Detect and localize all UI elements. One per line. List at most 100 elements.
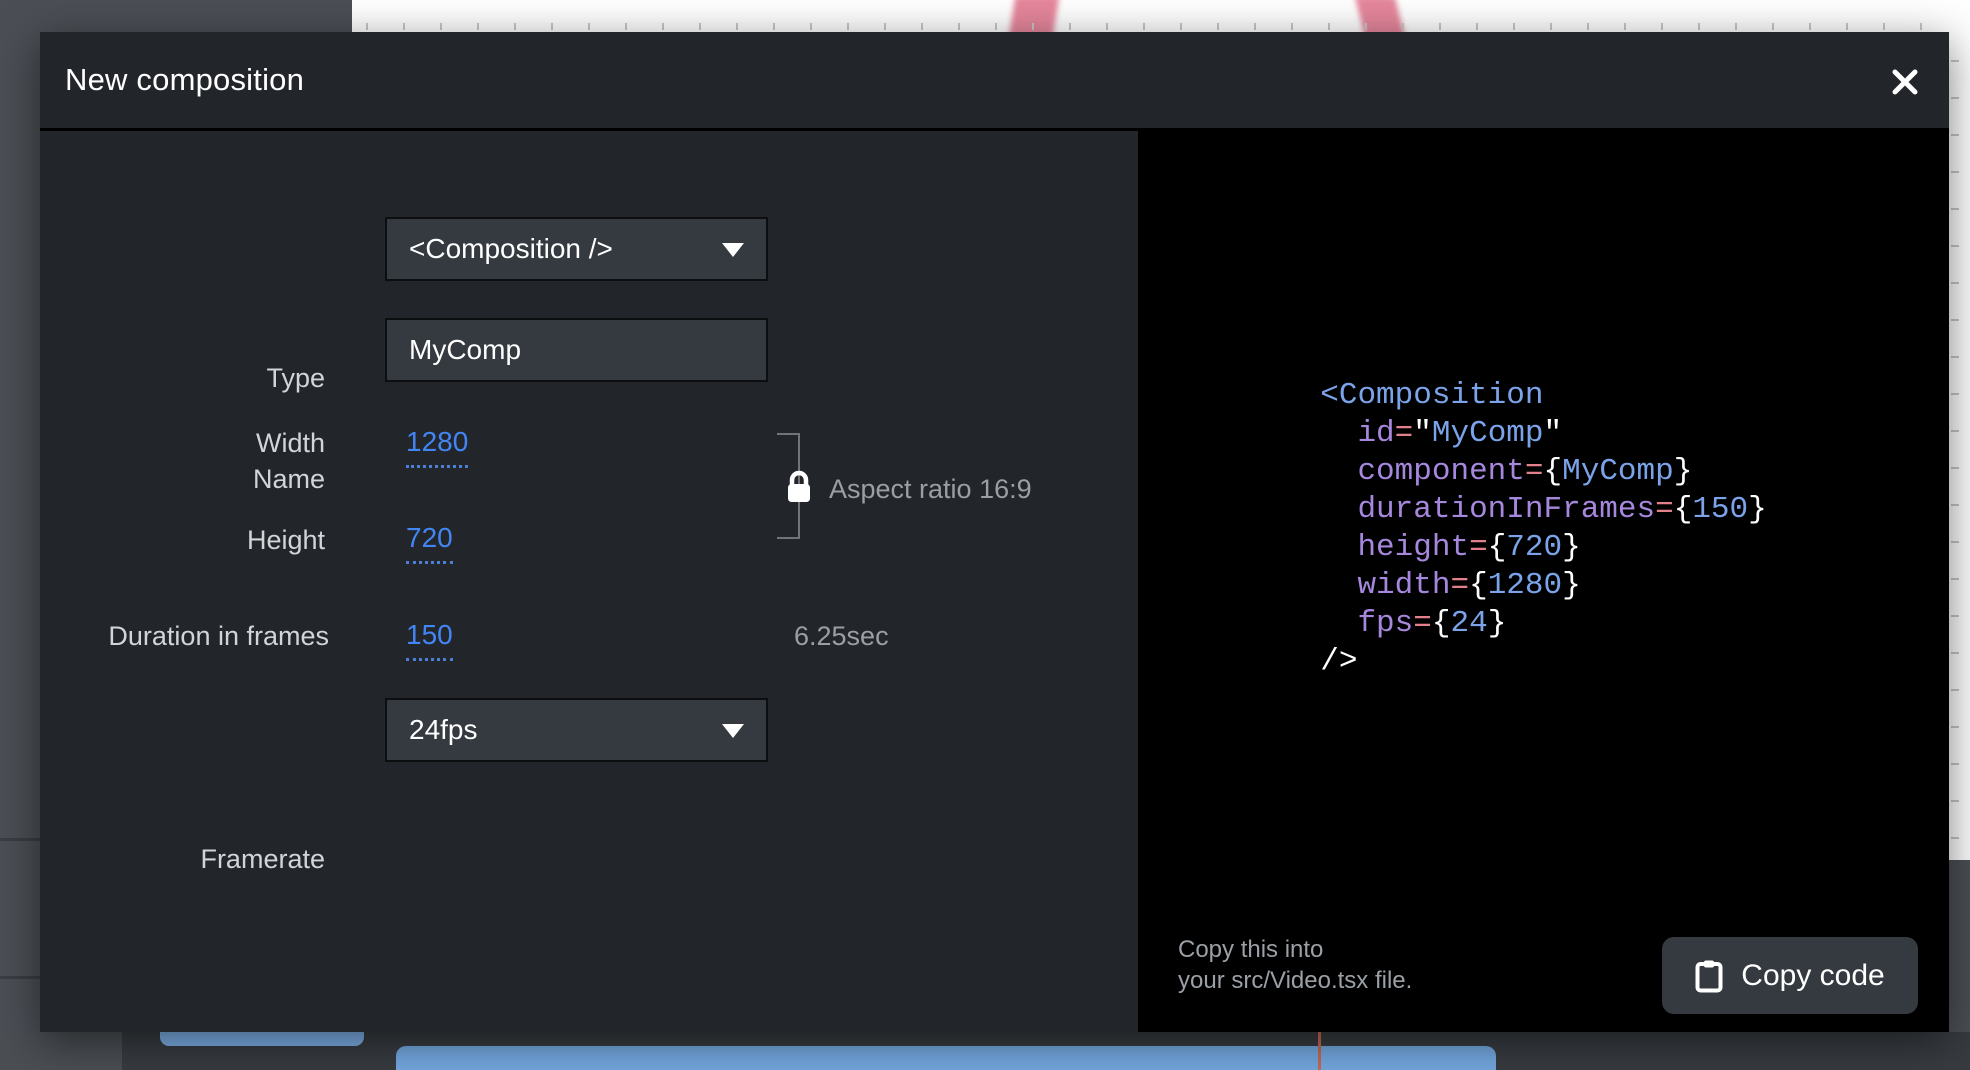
ruler-tick [958,23,960,30]
ruler-tick [1951,467,1959,469]
ruler-tick [1951,245,1959,247]
width-value[interactable]: 1280 [406,426,468,468]
framerate-select[interactable]: 24fps [385,698,768,762]
ruler-tick [1328,23,1330,30]
timeline-playhead[interactable] [1318,1032,1321,1070]
ruler-tick [1254,23,1256,30]
ruler-tick [1951,652,1959,654]
ruler-tick [1951,615,1959,617]
ruler-tick [1951,689,1959,691]
ruler-tick [514,23,516,30]
ruler-tick [1951,504,1959,506]
ruler-tick [1217,23,1219,30]
ruler-tick [1951,356,1959,358]
ruler-tick [1883,23,1885,30]
ruler-tick [625,23,627,30]
ruler-tick [1661,23,1663,30]
ruler-tick [477,23,479,30]
background-right-strip [1949,860,1970,1032]
ruler-tick [1180,23,1182,30]
ruler-tick [1772,23,1774,30]
close-button[interactable] [1883,60,1927,104]
ruler-tick [588,23,590,30]
duration-seconds: 6.25sec [794,621,889,652]
copy-hint-line2: your src/Video.tsx file. [1178,965,1412,996]
ruler-tick [662,23,664,30]
editor-toolbar-fragment [0,0,352,34]
ruler-tick [810,23,812,30]
ruler-tick [1143,23,1145,30]
name-label: Name [40,464,325,495]
sidebar-divider [0,838,40,841]
ruler-tick [1513,23,1515,30]
copy-hint-text: Copy this into your src/Video.tsx file. [1178,934,1412,996]
name-input[interactable]: MyComp [385,318,768,382]
ruler-tick [403,23,405,30]
height-label: Height [40,525,325,556]
ruler-tick [440,23,442,30]
ruler-tick [1069,23,1071,30]
framerate-select-value: 24fps [409,714,478,746]
aspect-ratio-label: Aspect ratio 16:9 [829,474,1032,505]
code-preview-panel: <Composition id="MyComp" component={MyCo… [1138,131,1949,1032]
new-composition-dialog: New composition Type <Composition /> Nam… [40,32,1949,1032]
dialog-header: New composition [40,32,1949,131]
close-icon [1890,67,1920,97]
chevron-down-icon [722,243,744,257]
ruler-tick [995,23,997,30]
framerate-label: Framerate [40,844,325,875]
ruler-tick [736,23,738,30]
ruler-tick [1106,23,1108,30]
ruler-tick [1291,23,1293,30]
chevron-down-icon [722,724,744,738]
ruler-tick [366,23,368,30]
width-label: Width [40,428,325,459]
composition-code-snippet: <Composition id="MyComp" component={MyCo… [1320,377,1767,681]
ruler-tick [1951,393,1959,395]
ruler-tick [1951,800,1959,802]
ruler-tick [1402,23,1404,30]
ruler-tick [1735,23,1737,30]
ruler-tick [1951,282,1959,284]
ruler-tick [1951,319,1959,321]
lock-icon [784,470,814,506]
screen: New composition Type <Composition /> Nam… [0,0,1970,1070]
ruler-tick [699,23,701,30]
ruler-tick [1550,23,1552,30]
copy-hint-line1: Copy this into [1178,934,1412,965]
ruler-tick [1951,578,1959,580]
copy-code-button[interactable]: Copy code [1662,937,1918,1014]
ruler-tick [1951,763,1959,765]
ruler-tick [884,23,886,30]
ruler-tick [1951,837,1959,839]
sidebar-divider [0,976,40,979]
ruler-tick [773,23,775,30]
copy-code-label: Copy code [1741,959,1884,993]
type-select[interactable]: <Composition /> [385,217,768,281]
ruler-tick [1365,23,1367,30]
type-select-value: <Composition /> [409,233,613,265]
ruler-tick [1439,23,1441,30]
ruler-tick [551,23,553,30]
composition-form: Type <Composition /> Name MyComp Width 1… [40,131,1138,1032]
timeline-header-column [0,1032,122,1070]
height-value[interactable]: 720 [406,522,453,564]
clipboard-icon [1695,959,1723,993]
ruler-tick [1846,23,1848,30]
ruler-tick [1951,541,1959,543]
ruler-tick [1476,23,1478,30]
ruler-tick [1032,23,1034,30]
ruler-tick [1951,726,1959,728]
ruler-tick [847,23,849,30]
ruler-tick [1624,23,1626,30]
timeline-track-item-large[interactable] [396,1046,1496,1070]
type-label: Type [40,363,325,394]
timeline-track-item-small[interactable] [160,1030,364,1046]
duration-label: Duration in frames [40,621,329,652]
editor-sidebar [0,0,40,1070]
ruler-tick [1951,134,1959,136]
ruler-tick [1951,430,1959,432]
ruler-tick [1951,171,1959,173]
duration-value[interactable]: 150 [406,619,453,661]
ruler-tick [1951,97,1959,99]
